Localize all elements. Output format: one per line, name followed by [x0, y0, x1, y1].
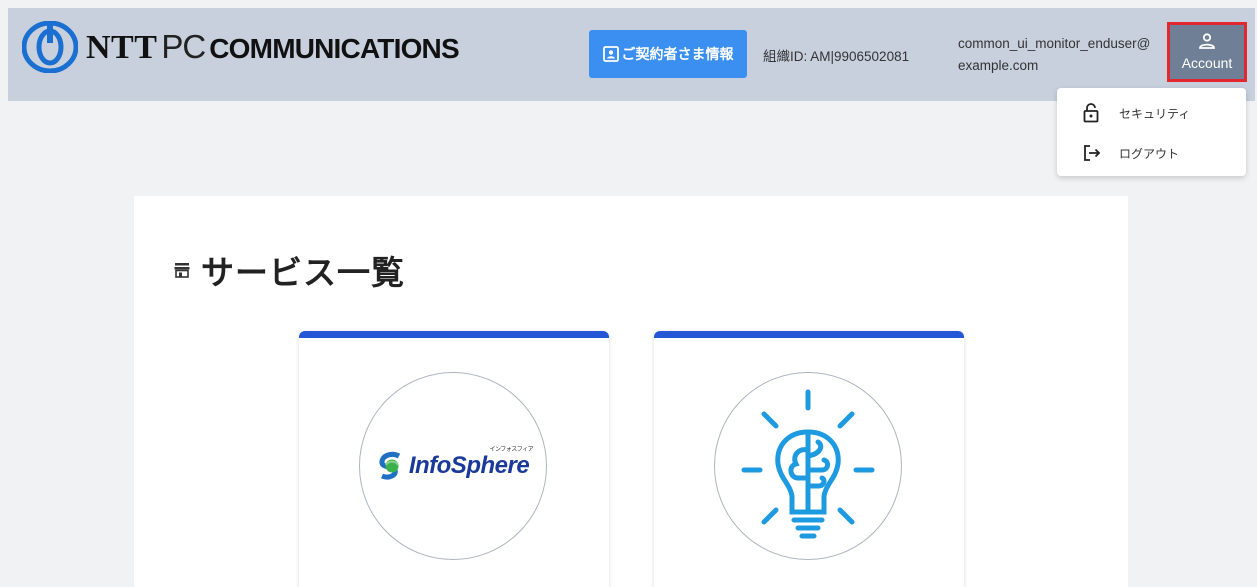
menu-item-security[interactable]: セキュリティ	[1057, 93, 1246, 133]
lock-icon	[1083, 103, 1099, 123]
menu-item-logout-label: ログアウト	[1119, 146, 1180, 161]
service-card-ideas[interactable]	[654, 331, 964, 587]
page-title-text: サービス一覧	[201, 253, 405, 292]
account-label: Account	[1181, 55, 1233, 71]
logo-ntt-text: NTT	[86, 28, 158, 66]
company-logo[interactable]: NTT PC COMMUNICATIONS	[22, 21, 460, 73]
infosphere-logo-text: InfoSphere	[408, 452, 530, 479]
organization-id: 組織ID: AM|9906502081	[763, 49, 910, 64]
user-icon	[1199, 33, 1215, 49]
infosphere-wordmark: InfoSphere インフォスフィア	[408, 447, 534, 480]
infosphere-logo: InfoSphere インフォスフィア	[377, 447, 534, 482]
user-email: common_ui_monitor_enduser@example.com	[958, 36, 1151, 73]
menu-item-security-label: セキュリティ	[1119, 106, 1191, 121]
lightbulb-brain-icon	[741, 389, 875, 539]
logo-pc-text: PC	[161, 27, 206, 65]
contract-info-button[interactable]: ご契約者さま情報	[589, 30, 747, 78]
logout-icon	[1084, 145, 1101, 161]
logo-communications-text: COMMUNICATIONS	[209, 32, 459, 64]
menu-item-logout[interactable]: ログアウト	[1057, 133, 1246, 173]
service-logo-circle	[714, 372, 902, 560]
infosphere-emblem-icon	[379, 451, 400, 480]
service-card-infosphere[interactable]: InfoSphere インフォスフィア	[299, 331, 609, 587]
page-title: サービス一覧	[173, 246, 405, 294]
logo-wordmark: NTT PC COMMUNICATIONS	[86, 27, 460, 67]
ntt-logo-icon	[22, 21, 78, 73]
account-button[interactable]: Account	[1167, 22, 1247, 82]
infosphere-logo-subtext: インフォスフィア	[489, 447, 534, 453]
store-icon	[174, 263, 190, 278]
contact-card-icon	[602, 46, 619, 62]
account-dropdown-menu: セキュリティ ログアウト	[1057, 88, 1246, 176]
service-logo-circle: InfoSphere インフォスフィア	[359, 372, 547, 560]
contract-info-label: ご契約者さま情報	[621, 47, 734, 63]
